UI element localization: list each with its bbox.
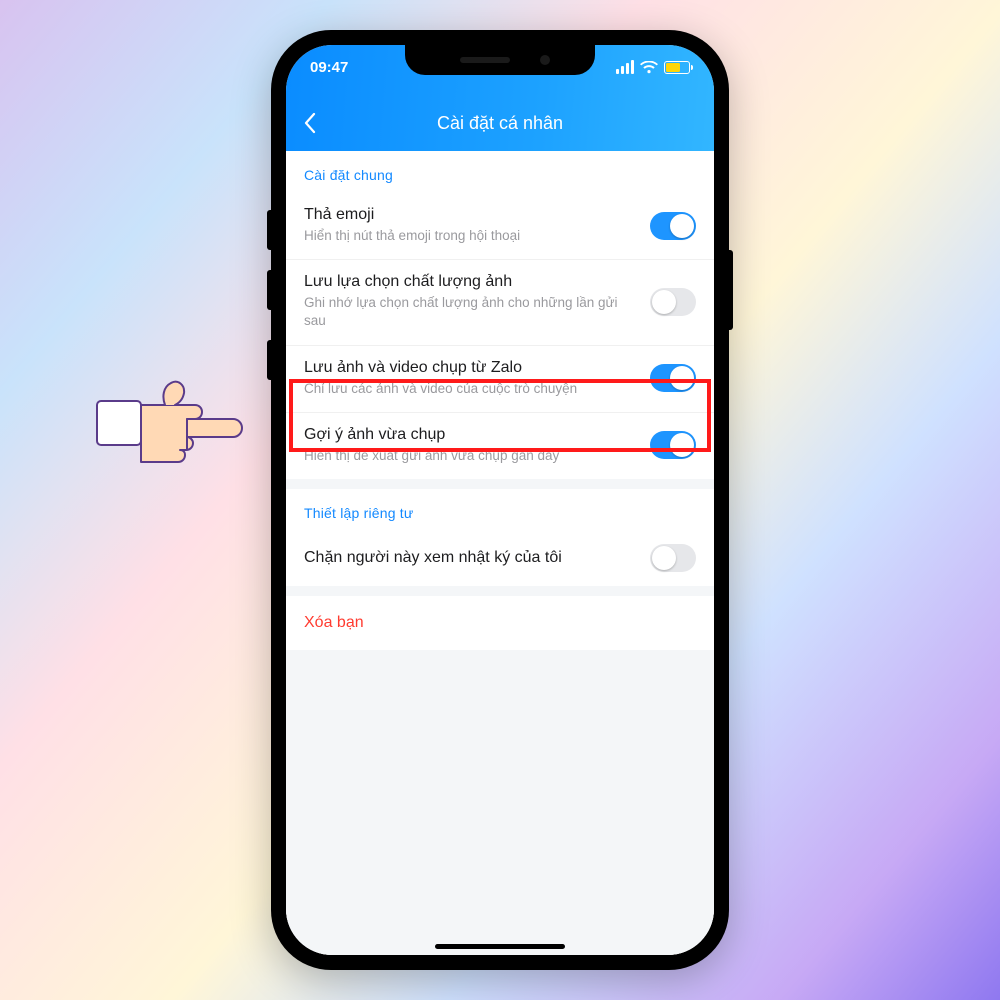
battery-icon (664, 61, 690, 74)
section-heading-general: Cài đặt chung (286, 151, 714, 193)
toggle-image-quality[interactable] (650, 288, 696, 316)
row-photo-suggest[interactable]: Gợi ý ảnh vừa chụp Hiển thị đề xuất gửi … (286, 413, 714, 479)
row-subtitle: Hiển thị nút thả emoji trong hội thoại (304, 227, 638, 245)
signal-icon (616, 60, 634, 74)
row-title: Gợi ý ảnh vừa chụp (304, 426, 638, 444)
annotation-pointing-hand-icon (95, 363, 265, 473)
row-emoji[interactable]: Thả emoji Hiển thị nút thả emoji trong h… (286, 193, 714, 260)
row-subtitle: Chỉ lưu các ảnh và video của cuộc trò ch… (304, 380, 638, 398)
row-image-quality[interactable]: Lưu lựa chọn chất lượng ảnh Ghi nhớ lựa … (286, 260, 714, 345)
nav-bar: Cài đặt cá nhân (286, 95, 714, 151)
row-save-media[interactable]: Lưu ảnh và video chụp từ Zalo Chỉ lưu cá… (286, 346, 714, 413)
status-indicators (616, 60, 690, 74)
phone-screen: 09:47 Cài đặt cá nhân (286, 45, 714, 955)
settings-content: Cài đặt chung Thả emoji Hiển thị nút thả… (286, 151, 714, 955)
back-button[interactable] (286, 95, 334, 151)
home-indicator[interactable] (435, 944, 565, 949)
phone-frame: 09:47 Cài đặt cá nhân (271, 30, 729, 970)
section-gap (286, 650, 714, 955)
section-heading-privacy: Thiết lập riêng tư (286, 489, 714, 531)
row-subtitle: Hiển thị đề xuất gửi ảnh vừa chụp gần đâ… (304, 447, 638, 465)
row-subtitle: Ghi nhớ lựa chọn chất lượng ảnh cho nhữn… (304, 294, 638, 330)
row-title: Lưu ảnh và video chụp từ Zalo (304, 359, 638, 377)
toggle-emoji[interactable] (650, 212, 696, 240)
wifi-icon (640, 61, 658, 74)
status-time: 09:47 (310, 59, 348, 76)
delete-friend-button[interactable]: Xóa bạn (286, 596, 714, 650)
page-title: Cài đặt cá nhân (286, 113, 714, 134)
section-gap (286, 586, 714, 596)
row-block-timeline[interactable]: Chặn người này xem nhật ký của tôi (286, 531, 714, 586)
row-title: Chặn người này xem nhật ký của tôi (304, 549, 638, 567)
phone-notch (405, 45, 595, 75)
toggle-photo-suggest[interactable] (650, 431, 696, 459)
row-title: Lưu lựa chọn chất lượng ảnh (304, 273, 638, 291)
section-gap (286, 479, 714, 489)
toggle-block-timeline[interactable] (650, 544, 696, 572)
toggle-save-media[interactable] (650, 364, 696, 392)
row-title: Thả emoji (304, 206, 638, 224)
